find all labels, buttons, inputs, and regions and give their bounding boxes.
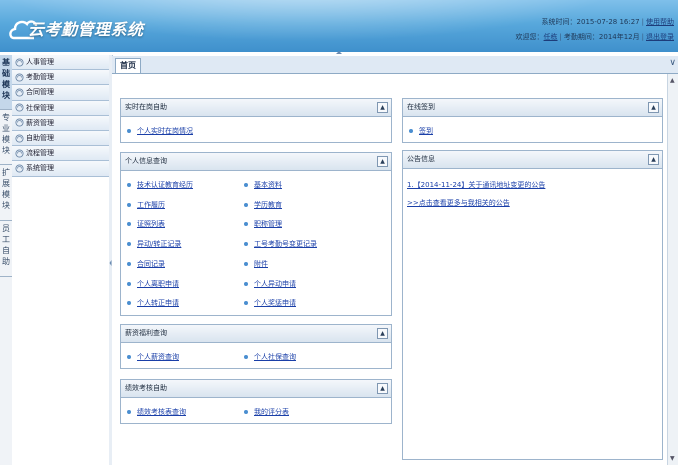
tab-bar: 首页 ∨ [112,56,678,74]
collapse-toggle-icon[interactable]: ▲ [377,102,388,113]
sidebar-item-contract[interactable]: 合同管理 [12,85,109,101]
scroll-down-icon[interactable]: ▼ [670,455,675,462]
link-contract-records[interactable]: 合同记录 [127,259,165,269]
tab-home[interactable]: 首页 [115,58,141,73]
link-salary-query[interactable]: 个人薪资查询 [127,352,179,362]
period-label: 考勤期间： [563,33,599,41]
link-reward-request[interactable]: 个人奖惩申请 [244,298,296,308]
sidebar-item-label: 自助管理 [26,134,54,143]
help-link[interactable]: 使用帮助 [646,18,674,26]
header-info: 系统时间：2015-07-28 16:27 | 使用帮助 欢迎您：任栋 | 考勤期间：2… [515,18,674,41]
collapse-toggle-icon[interactable]: ▲ [377,383,388,394]
sidebar-item-salary[interactable]: 薪资管理 [12,115,109,131]
link-work-history[interactable]: 工作履历 [127,200,165,210]
sidebar-item-social-security[interactable]: 社保管理 [12,100,109,116]
content-scrollbar[interactable]: ▲ ▼ [667,74,678,465]
folder-icon [15,149,24,158]
tab-employee-self-service[interactable]: 员工自助 [0,221,12,277]
panel-performance: 绩效考核自助 ▲ 绩效考核表查询 我的评分表 [120,379,392,424]
link-id-change-records[interactable]: 工号考勤号变更记录 [244,239,317,249]
app-header: 云考勤管理系统 系统时间：2015-07-28 16:27 | 使用帮助 欢迎您：任… [0,0,678,52]
folder-icon [15,164,24,173]
folder-icon [15,118,24,127]
link-performance-query[interactable]: 绩效考核表查询 [127,407,186,417]
system-time: 2015-07-28 16:27 [576,18,640,26]
user-name-link[interactable]: 任栋 [544,33,558,41]
panel-header: 薪资福利查询 ▲ [121,325,391,343]
collapse-toggle-icon[interactable]: ▲ [648,102,659,113]
tab-basic-module[interactable]: 基础模块 [0,55,12,110]
notice-item[interactable]: 1.【2014-11-24】关于通讯地址变更的公告 [407,180,545,190]
collapse-toggle-icon[interactable]: ▲ [377,328,388,339]
panel-header: 绩效考核自助 ▲ [121,380,391,398]
collapse-header-icon[interactable] [331,50,347,55]
chevron-down-icon[interactable]: ∨ [669,58,676,68]
link-education[interactable]: 学历教育 [244,200,282,210]
scroll-up-icon[interactable]: ▲ [670,77,675,84]
panel-personal-info: 个人信息查询 ▲ 技术认证教育经历 基本资料 工作履历 学历教育 证照列表 职称… [120,152,392,316]
sidebar-item-label: 薪资管理 [26,118,54,127]
panel-notice: 公告信息 ▲ 1.【2014-11-24】关于通讯地址变更的公告 >>点击查看更… [402,150,663,460]
folder-icon [15,103,24,112]
link-attachments[interactable]: 附件 [244,259,268,269]
panel-header: 个人信息查询 ▲ [121,153,391,171]
logout-link[interactable]: 退出登录 [646,33,674,41]
attendance-period: 2014年12月 [598,33,640,41]
sidebar-item-label: 考勤管理 [26,73,54,82]
app-title: 云考勤管理系统 [28,20,144,39]
welcome-label: 欢迎您： [515,33,544,41]
link-resignation-request[interactable]: 个人离职申请 [127,279,179,289]
sidebar-item-label: 合同管理 [26,88,54,97]
link-transfer-request[interactable]: 个人异动申请 [244,279,296,289]
collapse-toggle-icon[interactable]: ▲ [648,154,659,165]
tab-professional-module[interactable]: 专业模块 [0,110,12,165]
panel-title: 绩效考核自助 [125,384,167,392]
panel-header: 在线签到 ▲ [403,99,662,117]
link-realtime-status[interactable]: 个人实时在岗情况 [127,126,193,136]
panel-salary: 薪资福利查询 ▲ 个人薪资查询 个人社保查询 [120,324,392,369]
folder-icon [15,88,24,97]
link-sign-in[interactable]: 签到 [409,126,433,136]
link-transfer-records[interactable]: 异动/转正记录 [127,239,181,249]
folder-icon [15,133,24,143]
sidebar-menu: 人事管理 考勤管理 合同管理 社保管理 薪资管理 自助管理 流程管理 系统管理 [12,55,110,465]
link-certificates[interactable]: 证照列表 [127,219,165,229]
link-titles[interactable]: 职称管理 [244,219,282,229]
link-basic-info[interactable]: 基本资料 [244,180,282,190]
folder-icon [15,58,24,67]
sidebar-item-workflow[interactable]: 流程管理 [12,146,109,162]
sidebar-item-self-service[interactable]: 自助管理 [12,130,109,147]
tab-extension-module[interactable]: 扩展模块 [0,165,12,221]
folder-icon [15,73,24,82]
panel-realtime: 实时在岗自助 ▲ 个人实时在岗情况 [120,98,392,143]
system-time-label: 系统时间： [541,18,577,26]
link-my-scores[interactable]: 我的评分表 [244,407,289,417]
collapse-toggle-icon[interactable]: ▲ [377,156,388,167]
sidebar-item-personnel[interactable]: 人事管理 [12,55,109,71]
sidebar-item-attendance[interactable]: 考勤管理 [12,70,109,86]
panel-signin: 在线签到 ▲ 签到 [402,98,663,143]
panel-title: 公告信息 [407,155,435,163]
panel-title: 个人信息查询 [125,157,167,165]
link-social-security-query[interactable]: 个人社保查询 [244,352,296,362]
panel-title: 实时在岗自助 [125,103,167,111]
panel-title: 在线签到 [407,103,435,111]
sidebar-item-label: 系统管理 [26,164,54,173]
notice-more-link[interactable]: >>点击查看更多与我相关的公告 [407,198,510,208]
link-certification-history[interactable]: 技术认证教育经历 [127,180,193,190]
sidebar-item-system[interactable]: 系统管理 [12,161,109,177]
sidebar-item-label: 社保管理 [26,103,54,112]
panel-header: 公告信息 ▲ [403,151,662,169]
main-content: 实时在岗自助 ▲ 个人实时在岗情况 个人信息查询 ▲ 技术认证教育经历 基本资料… [112,74,678,465]
link-regularization-request[interactable]: 个人转正申请 [127,298,179,308]
sidebar-item-label: 人事管理 [26,58,54,67]
panel-header: 实时在岗自助 ▲ [121,99,391,117]
sidebar-item-label: 流程管理 [26,149,54,158]
panel-title: 薪资福利查询 [125,329,167,337]
